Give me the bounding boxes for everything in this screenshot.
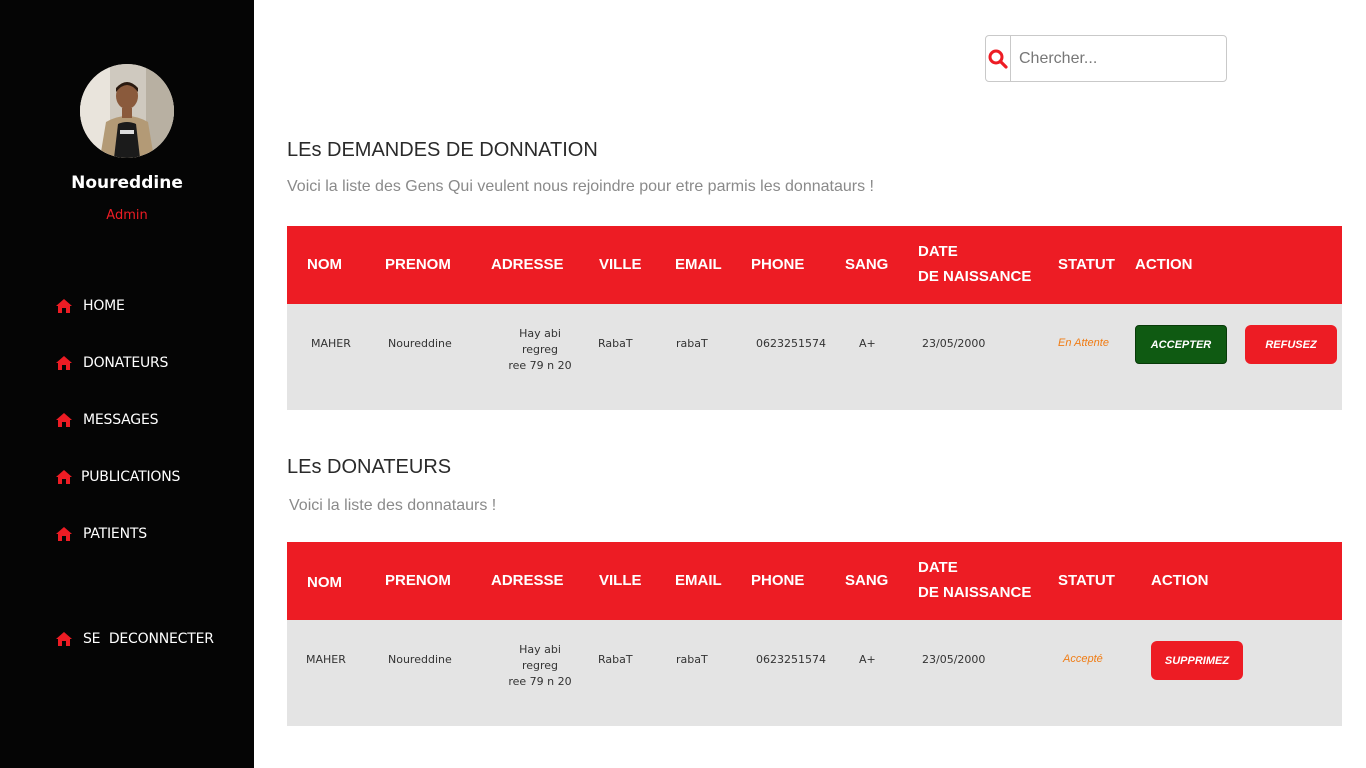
donateurs-subtitle: Voici la liste des donnataurs ! — [289, 497, 497, 514]
col-header: SANG — [845, 572, 889, 589]
nav-messages[interactable]: MESSAGES — [55, 409, 158, 431]
nav-logout[interactable]: SE DECONNECTER — [55, 628, 214, 650]
nav-label: MESSAGES — [83, 412, 159, 428]
nav-publications[interactable]: PUBLICATIONS — [55, 466, 180, 488]
home-icon — [56, 413, 72, 427]
profile-name: Noureddine — [71, 173, 183, 193]
home-icon — [56, 632, 72, 646]
cell-ville: RabaT — [598, 337, 633, 350]
col-header: VILLE — [599, 256, 642, 273]
cell-date: 23/05/2000 — [922, 337, 986, 350]
search-input[interactable] — [1011, 36, 1226, 81]
col-header: STATUT — [1058, 572, 1115, 589]
col-header: PRENOM — [385, 572, 451, 589]
col-header: PHONE — [751, 572, 805, 589]
nav-label: PUBLICATIONS — [81, 469, 181, 485]
cell-sang: A+ — [859, 337, 876, 350]
nav-donateurs[interactable]: DONATEURS — [55, 352, 168, 374]
col-header: ACTION — [1151, 572, 1209, 589]
col-header: NOM — [307, 574, 342, 591]
cell-date: 23/05/2000 — [922, 653, 986, 666]
home-icon — [56, 470, 72, 484]
col-header: SANG — [845, 256, 889, 273]
col-header: VILLE — [599, 572, 642, 589]
cell-ville: RabaT — [598, 653, 633, 666]
cell-adresse-line: Hay abi regreg — [519, 643, 561, 672]
home-icon — [56, 527, 72, 541]
cell-adresse-line: ree 79 n 20 — [508, 675, 572, 688]
donateurs-table-header: NOM PRENOM ADRESSE VILLE EMAIL PHONE SAN… — [287, 542, 1342, 620]
col-header: ADRESSE — [491, 572, 564, 589]
profile-role: Admin — [106, 208, 148, 223]
col-header: STATUT — [1058, 256, 1115, 273]
cell-adresse: Hay abi regreg ree 79 n 20 — [500, 642, 580, 690]
table-row: MAHER Noureddine Hay abi regreg ree 79 n… — [287, 620, 1342, 726]
demandes-table-header: NOM PRENOM ADRESSE VILLE EMAIL PHONE SAN… — [287, 226, 1342, 304]
status-badge: En Attente — [1058, 337, 1109, 349]
col-header: PHONE — [751, 256, 805, 273]
table-row: MAHER Noureddine Hay abi regreg ree 79 n… — [287, 304, 1342, 410]
col-header: NOM — [307, 256, 342, 273]
col-header: DE NAISSANCE — [918, 268, 1032, 285]
cell-email: rabaT — [676, 337, 708, 350]
delete-button[interactable]: SUPPRIMEZ — [1151, 641, 1243, 680]
nav-label: DONATEURS — [83, 355, 169, 371]
cell-nom: MAHER — [306, 653, 346, 666]
demandes-title: LEs DEMANDES DE DONNATION — [287, 139, 598, 161]
nav-patients[interactable]: PATIENTS — [55, 523, 147, 545]
cell-prenom: Noureddine — [388, 337, 452, 350]
cell-adresse-line: ree 79 n 20 — [508, 359, 572, 372]
accept-button[interactable]: ACCEPTER — [1135, 325, 1227, 364]
col-header: EMAIL — [675, 572, 722, 589]
search-box — [985, 35, 1227, 82]
col-header: ACTION — [1135, 256, 1193, 273]
cell-nom: MAHER — [311, 337, 351, 350]
search-icon — [988, 49, 1008, 69]
nav-label: SE DECONNECTER — [83, 631, 214, 647]
col-header: DATE — [918, 559, 958, 576]
cell-phone: 0623251574 — [756, 653, 826, 666]
avatar — [80, 64, 174, 158]
search-button[interactable] — [986, 36, 1011, 81]
col-header: ADRESSE — [491, 256, 564, 273]
refuse-button[interactable]: REFUSEZ — [1245, 325, 1337, 364]
cell-prenom: Noureddine — [388, 653, 452, 666]
col-header: DE NAISSANCE — [918, 584, 1032, 601]
col-header: EMAIL — [675, 256, 722, 273]
col-header: PRENOM — [385, 256, 451, 273]
nav-home[interactable]: HOME — [55, 295, 125, 317]
cell-adresse: Hay abi regreg ree 79 n 20 — [500, 326, 580, 374]
cell-phone: 0623251574 — [756, 337, 826, 350]
home-icon — [56, 356, 72, 370]
sidebar: Noureddine Admin HOME DONATEURS MESSAGES… — [0, 0, 254, 768]
status-badge: Accepté — [1063, 653, 1103, 665]
cell-adresse-line: Hay abi regreg — [519, 327, 561, 356]
demandes-subtitle: Voici la liste des Gens Qui veulent nous… — [287, 178, 874, 195]
home-icon — [56, 299, 72, 313]
profile-photo — [80, 64, 174, 158]
cell-sang: A+ — [859, 653, 876, 666]
nav-label: HOME — [83, 298, 125, 314]
nav-label: PATIENTS — [83, 526, 147, 542]
donateurs-title: LEs DONATEURS — [287, 456, 452, 478]
cell-email: rabaT — [676, 653, 708, 666]
col-header: DATE — [918, 243, 958, 260]
